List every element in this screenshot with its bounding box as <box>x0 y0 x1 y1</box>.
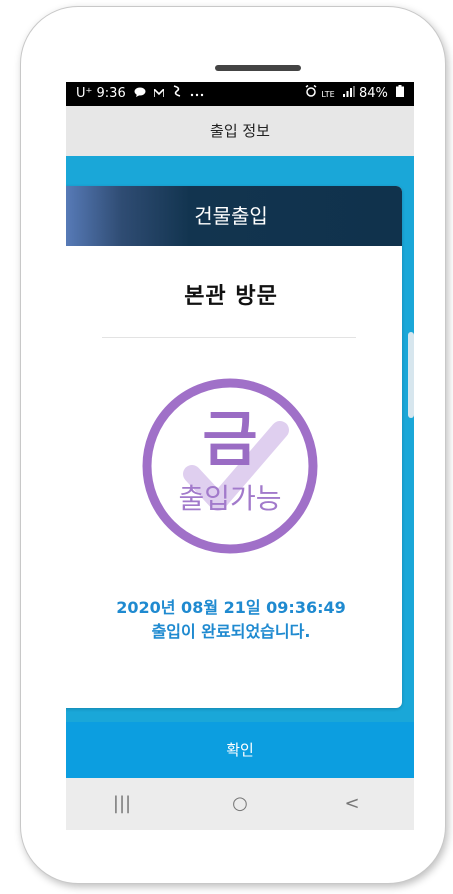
card-header: 건물출입 <box>66 186 402 246</box>
network-type: LTE <box>321 90 335 99</box>
battery-icon <box>396 82 404 106</box>
phone-screen: U⁺ 9:36 LTE 84% 출입 정보 건물출입 본관 방문 금 출입가능 … <box>66 82 414 830</box>
stamp-label: 출입가능 <box>178 482 281 515</box>
mail-icon <box>153 82 165 106</box>
app-bar-title: 출입 정보 <box>66 106 414 156</box>
access-card: 건물출입 본관 방문 금 출입가능 2020년 08월 21일 09:36:49… <box>66 186 402 708</box>
home-icon: ○ <box>232 793 248 814</box>
more-icon <box>190 82 204 106</box>
recent-apps-icon: ||| <box>112 793 132 814</box>
signal-icon <box>342 82 355 106</box>
chat-icon <box>134 82 146 106</box>
entry-message: 출입이 완료되었습니다. <box>151 622 311 641</box>
entry-datetime: 2020년 08월 21일 09:36:49 <box>116 598 346 617</box>
access-stamp: 금 출입가능 <box>142 378 318 554</box>
visit-place: 본관 방문 <box>184 284 278 309</box>
status-time: 9:36 <box>96 86 126 101</box>
alarm-icon <box>305 82 317 106</box>
back-icon: < <box>344 793 360 814</box>
stamp-day: 금 <box>202 405 257 475</box>
confirm-button[interactable]: 확인 <box>66 722 414 778</box>
notification-icon <box>172 82 182 106</box>
back-button[interactable]: < <box>322 778 382 830</box>
entry-info: 2020년 08월 21일 09:36:49 출입이 완료되었습니다. <box>66 596 402 644</box>
home-button[interactable]: ○ <box>210 778 270 830</box>
recent-apps-button[interactable]: ||| <box>92 778 152 830</box>
divider <box>102 337 356 338</box>
speaker-slot <box>215 65 301 71</box>
status-bar: U⁺ 9:36 LTE 84% <box>66 82 414 106</box>
scrollbar[interactable] <box>408 332 414 418</box>
carrier: U⁺ <box>76 86 93 101</box>
battery-percent: 84% <box>358 86 388 101</box>
system-nav-bar: ||| ○ < <box>66 778 414 830</box>
content-area: 건물출입 본관 방문 금 출입가능 2020년 08월 21일 09:36:49… <box>66 156 414 722</box>
